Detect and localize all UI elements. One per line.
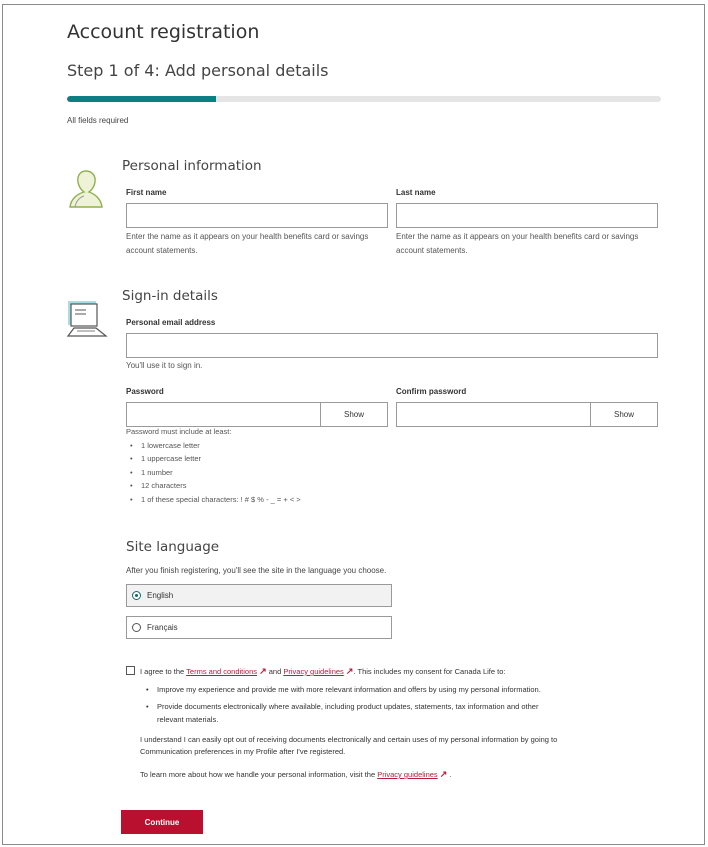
password-rule: 1 number xyxy=(126,466,446,480)
privacy-link[interactable]: Privacy guidelines xyxy=(283,667,343,676)
learn-more-text: To learn more about how we handle your p… xyxy=(140,768,451,781)
language-option-label: English xyxy=(147,591,174,600)
optout-line: Communication preferences in my Profile … xyxy=(140,747,346,756)
password-rules-title: Password must include at least: xyxy=(126,427,232,436)
terms-link[interactable]: Terms and conditions xyxy=(186,667,257,676)
privacy-guidelines-link[interactable]: Privacy guidelines xyxy=(377,770,437,779)
consent-bullet: Improve my experience and provide me wit… xyxy=(142,683,622,696)
confirm-password-label: Confirm password xyxy=(396,387,467,396)
password-input[interactable] xyxy=(126,402,321,427)
email-label: Personal email address xyxy=(126,318,216,327)
progress-fill xyxy=(67,96,216,102)
optout-line: I understand I can easily opt out of rec… xyxy=(140,735,558,744)
learn-more-prefix: To learn more about how we handle your p… xyxy=(140,770,378,779)
confirm-password-show-button[interactable]: Show xyxy=(590,402,658,427)
consent-bullet: Provide documents electronically where a… xyxy=(142,700,622,726)
consent-bullets: Improve my experience and provide me wit… xyxy=(142,683,622,730)
first-name-hint: Enter the name as it appears on your hea… xyxy=(126,230,391,258)
first-name-input[interactable] xyxy=(126,203,388,228)
consent-checkbox[interactable] xyxy=(126,666,135,675)
consent-suffix: . This includes my consent for Canada Li… xyxy=(353,667,506,676)
consent-bullet-line: Provide documents electronically where a… xyxy=(157,702,539,711)
optout-text: I understand I can easily opt out of rec… xyxy=(140,734,660,758)
personal-info-heading: Personal information xyxy=(122,158,262,174)
password-show-button[interactable]: Show xyxy=(320,402,388,427)
fields-required-note: All fields required xyxy=(67,116,129,125)
password-rule: 12 characters xyxy=(126,479,446,493)
learn-more-suffix: . xyxy=(447,770,452,779)
step-title: Step 1 of 4: Add personal details xyxy=(67,61,329,80)
last-name-hint-line1: Enter the name as it appears on your hea… xyxy=(396,232,639,241)
language-option-label: Français xyxy=(147,623,178,632)
continue-button[interactable]: Continue xyxy=(121,810,203,834)
first-name-hint-line2: account statements. xyxy=(126,246,198,255)
person-icon xyxy=(66,166,108,215)
password-rule: 1 lowercase letter xyxy=(126,439,446,453)
consent-prefix: I agree to the xyxy=(140,667,187,676)
site-language-heading: Site language xyxy=(126,539,220,555)
last-name-hint-line2: account statements. xyxy=(396,246,468,255)
consent-bullet-line: relevant materials. xyxy=(157,715,219,724)
confirm-password-input[interactable] xyxy=(396,402,591,427)
password-label: Password xyxy=(126,387,164,396)
progress-bar xyxy=(67,96,661,102)
password-rule: 1 of these special characters: ! # $ % -… xyxy=(126,493,446,507)
first-name-label: First name xyxy=(126,188,167,197)
language-option-french[interactable]: Français xyxy=(126,616,392,639)
password-rules: Password must include at least: 1 lowerc… xyxy=(126,425,446,507)
email-input[interactable] xyxy=(126,333,658,358)
consent-statement: I agree to the Terms and conditions ↗ an… xyxy=(140,665,505,678)
consent-and: and xyxy=(266,667,284,676)
external-link-icon: ↗ xyxy=(259,666,267,676)
last-name-hint: Enter the name as it appears on your hea… xyxy=(396,230,666,258)
page-title: Account registration xyxy=(67,21,260,43)
site-language-note: After you finish registering, you'll see… xyxy=(126,566,387,575)
email-hint: You'll use it to sign in. xyxy=(126,361,203,370)
computer-icon xyxy=(66,298,110,347)
password-rule: 1 uppercase letter xyxy=(126,452,446,466)
last-name-label: Last name xyxy=(396,188,436,197)
language-option-english[interactable]: English xyxy=(126,584,392,607)
last-name-input[interactable] xyxy=(396,203,658,228)
first-name-hint-line1: Enter the name as it appears on your hea… xyxy=(126,232,369,241)
signin-heading: Sign-in details xyxy=(122,288,218,304)
radio-unselected-icon[interactable] xyxy=(132,623,141,632)
radio-selected-icon[interactable] xyxy=(132,591,141,600)
